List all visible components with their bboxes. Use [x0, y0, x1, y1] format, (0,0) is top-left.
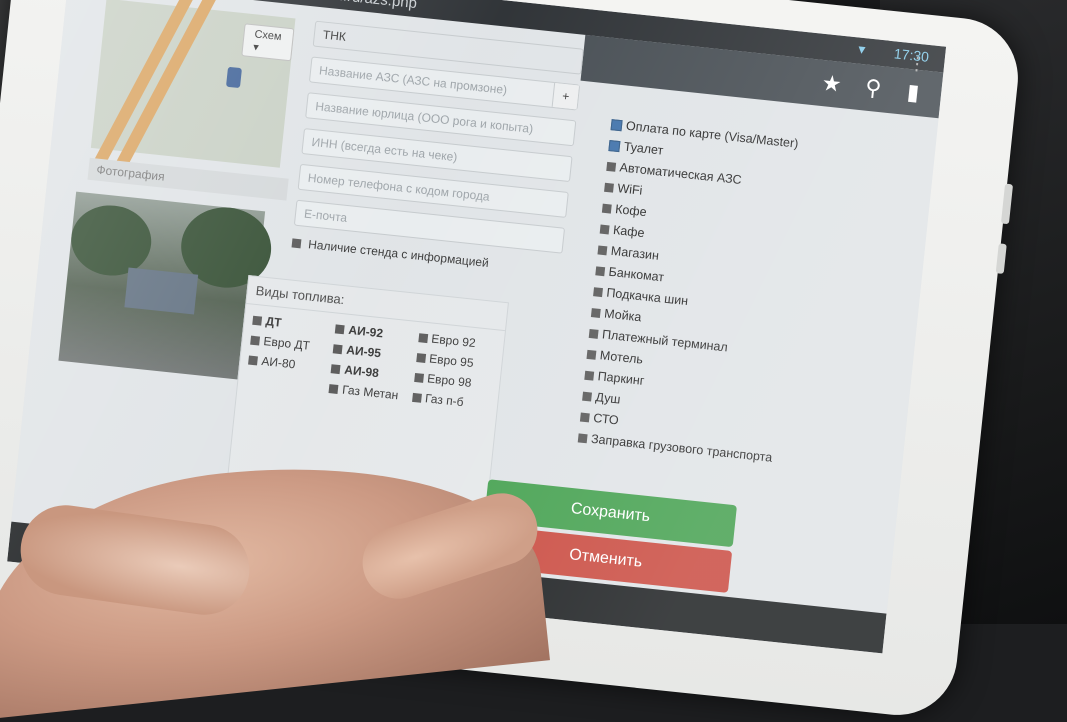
service-checkbox[interactable]: [582, 391, 592, 402]
station-photo[interactable]: [58, 191, 276, 381]
fuel-checkbox[interactable]: [248, 355, 258, 366]
fuel-label: ДТ: [264, 314, 283, 330]
map-view[interactable]: Схем ▾: [90, 0, 296, 168]
overflow-menu-icon[interactable]: ⋮: [907, 53, 927, 76]
fuel-item[interactable]: Евро ДТ: [250, 333, 328, 355]
fuel-item[interactable]: Газ п-б: [411, 390, 489, 412]
fuel-item[interactable]: АИ-92: [335, 321, 413, 343]
fuel-label: АИ-80: [260, 353, 297, 372]
fuel-checkbox[interactable]: [330, 364, 341, 375]
map-marker-icon[interactable]: [225, 66, 242, 89]
bookmark-icon[interactable]: ▮: [906, 79, 921, 106]
fuel-label: АИ-92: [347, 322, 384, 341]
fuel-checkbox[interactable]: [252, 316, 263, 326]
fuel-item[interactable]: АИ-80: [248, 353, 326, 375]
photo-building: [124, 267, 199, 315]
fuel-checkbox[interactable]: [250, 335, 261, 346]
url-text: eroiled.ru/azs.php: [297, 0, 417, 12]
add-button[interactable]: +: [551, 82, 580, 110]
fuel-label: Евро 98: [426, 371, 473, 390]
service-checkbox[interactable]: [599, 224, 610, 235]
fuel-checkbox[interactable]: [415, 353, 426, 364]
services-list: Оплата по карте (Visa/Master) Туалет Автом…: [577, 117, 871, 478]
fuel-item[interactable]: ДТ: [252, 313, 330, 335]
service-checkbox[interactable]: [604, 182, 614, 193]
star-icon[interactable]: ★: [821, 70, 843, 98]
fuel-item[interactable]: [246, 372, 324, 394]
fuel-checkbox[interactable]: [335, 324, 345, 335]
service-checkbox[interactable]: [595, 266, 606, 277]
fuel-label: Газ п-б: [424, 391, 465, 410]
fuel-label: Евро 92: [430, 331, 477, 351]
stand-checkbox[interactable]: [291, 238, 302, 249]
service-label: Кофе: [614, 202, 648, 220]
fuel-label: АИ-95: [345, 342, 382, 361]
station-form: ТНК Название АЗС (АЗС на промзоне) + Наз…: [291, 20, 584, 278]
fuel-label: АИ-98: [343, 362, 380, 381]
service-label: WiFi: [616, 181, 644, 198]
service-checkbox[interactable]: [606, 162, 617, 173]
fuel-checkbox[interactable]: [411, 393, 422, 404]
service-checkbox[interactable]: [601, 203, 612, 214]
fuel-item[interactable]: Газ Метан: [328, 381, 407, 403]
fuel-checkbox[interactable]: [417, 333, 428, 344]
search-icon[interactable]: ⚲: [864, 75, 883, 103]
map-scheme-label: Схем: [253, 28, 283, 44]
service-label: Душ: [594, 390, 622, 407]
fuel-item[interactable]: Евро 98: [413, 370, 492, 392]
fuel-label: Евро 95: [428, 351, 475, 370]
service-label: Магазин: [610, 243, 660, 263]
fuel-item[interactable]: Евро 92: [417, 330, 496, 352]
wifi-icon: ▾: [857, 40, 867, 58]
map-scheme-button[interactable]: Схем ▾: [241, 23, 295, 62]
fuel-item[interactable]: АИ-98: [330, 361, 409, 383]
fuel-label: Евро ДТ: [262, 334, 311, 353]
service-checkbox[interactable]: [590, 308, 601, 319]
station-name-placeholder: Название АЗС (АЗС на промзоне): [318, 63, 508, 98]
service-label: Туалет: [623, 139, 664, 158]
service-label: Подкачка шин: [605, 285, 689, 309]
fuel-item[interactable]: Евро 95: [415, 350, 494, 372]
service-label: Мотель: [599, 348, 644, 367]
service-checkbox[interactable]: [577, 433, 588, 444]
fuel-checkbox[interactable]: [328, 384, 339, 395]
fuel-checkbox[interactable]: [413, 373, 424, 384]
service-checkbox[interactable]: [588, 329, 599, 340]
service-label: Паркинг: [597, 369, 646, 388]
service-checkbox[interactable]: [610, 119, 623, 132]
service-label: Кафе: [612, 222, 646, 241]
service-checkbox[interactable]: [579, 412, 590, 423]
service-checkbox[interactable]: [584, 370, 595, 381]
service-label: СТО: [592, 410, 620, 428]
service-label: Банкомат: [607, 264, 665, 285]
map-road: [94, 0, 195, 165]
service-checkbox[interactable]: [593, 287, 603, 298]
fuel-checkbox[interactable]: [332, 344, 343, 355]
service-checkbox[interactable]: [597, 245, 608, 256]
service-label: Мойка: [603, 306, 643, 325]
service-checkbox[interactable]: [608, 140, 621, 153]
fuel-item[interactable]: АИ-95: [332, 341, 411, 363]
photo-tree: [67, 201, 155, 280]
fuel-label: Газ Метан: [341, 382, 399, 403]
service-checkbox[interactable]: [586, 350, 597, 360]
